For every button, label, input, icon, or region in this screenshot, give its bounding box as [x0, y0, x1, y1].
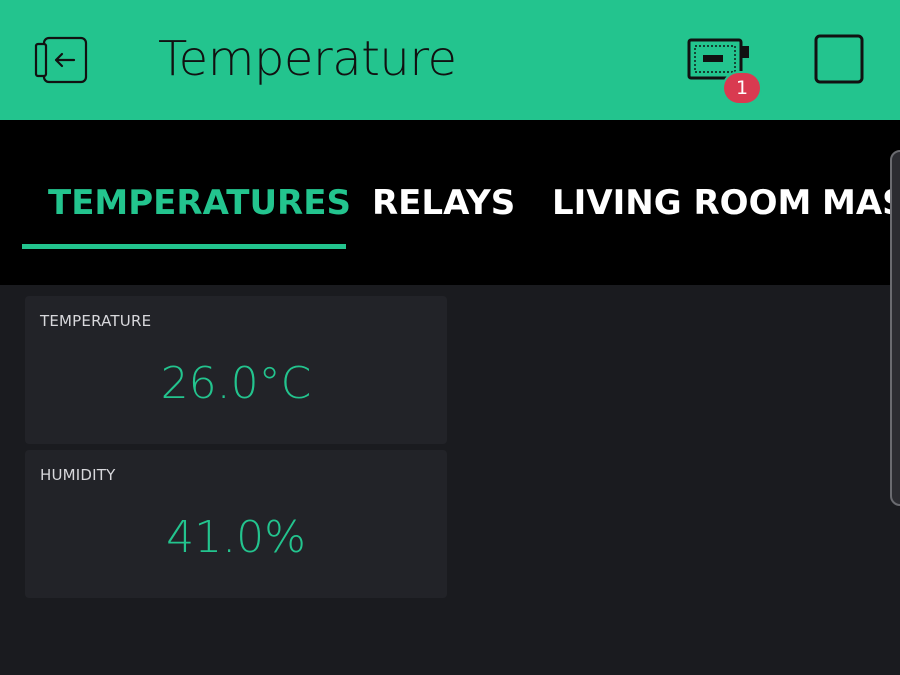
tab-bar: TEMPERATURES RELAYS LIVING ROOM MAST: [0, 120, 900, 285]
side-panel-handle[interactable]: [890, 150, 900, 506]
humidity-widget[interactable]: HUMIDITY 41.0%: [25, 450, 447, 598]
widget-label: HUMIDITY: [40, 466, 116, 484]
active-tab-indicator: [22, 244, 346, 249]
temperature-value: 26.0°C: [160, 358, 312, 409]
tab-mast[interactable]: MAST: [822, 178, 900, 228]
app-screen: Temperature 1 TEMPERATURES RELAYS LIVING…: [0, 0, 900, 675]
tab-temperatures[interactable]: TEMPERATURES: [48, 178, 351, 228]
tab-living-room[interactable]: LIVING ROOM: [552, 178, 811, 228]
notification-badge: 1: [724, 73, 760, 103]
exit-icon: [34, 36, 88, 84]
top-app-bar: Temperature 1: [0, 0, 900, 120]
page-title: Temperature: [158, 31, 457, 87]
exit-button[interactable]: [30, 30, 92, 90]
widget-label: TEMPERATURE: [40, 312, 152, 330]
humidity-value: 41.0%: [166, 512, 306, 563]
tab-relays[interactable]: RELAYS: [372, 178, 515, 228]
play-stop-button[interactable]: [814, 34, 864, 84]
square-icon: [814, 34, 864, 84]
temperature-widget[interactable]: TEMPERATURE 26.0°C: [25, 296, 447, 444]
